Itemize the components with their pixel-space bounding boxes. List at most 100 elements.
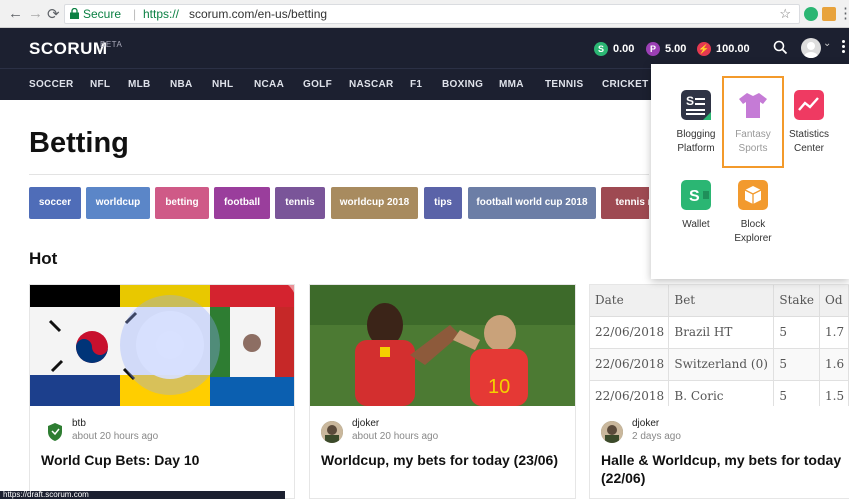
- user-silhouette-icon: [804, 42, 818, 58]
- table-row: 22/06/2018 Switzerland (0) 5 1.6: [590, 348, 849, 381]
- bets-cell: 22/06/2018: [590, 380, 670, 406]
- post-card[interactable]: Date Bet Stake Od 22/06/2018 Brazil HT 5…: [589, 284, 849, 499]
- app-label: Block: [740, 219, 766, 230]
- bookmark-star-icon[interactable]: ☆: [779, 5, 791, 23]
- bets-cell: 1.5: [819, 380, 849, 406]
- energy-icon: ⚡: [697, 42, 711, 56]
- status-bar-url: https://draft.scorum.com: [0, 491, 285, 499]
- title-divider: [29, 174, 649, 175]
- browser-menu-icon[interactable]: ⋮: [838, 4, 849, 22]
- tag-football-world-cup-2018[interactable]: football world cup 2018: [468, 187, 596, 219]
- app-label: Sports: [738, 143, 768, 154]
- page-title: Betting: [29, 127, 129, 159]
- app-label: Statistics: [788, 129, 829, 140]
- author-avatar[interactable]: [44, 421, 66, 443]
- nav-item-boxing[interactable]: BOXING: [442, 79, 499, 90]
- nav-item-nfl[interactable]: NFL: [90, 79, 128, 90]
- avatar-photo-icon: [321, 421, 343, 443]
- scorum-logo[interactable]: SCORUM: [29, 39, 108, 59]
- search-icon[interactable]: [773, 40, 788, 55]
- post-image-bets-table: Date Bet Stake Od 22/06/2018 Brazil HT 5…: [590, 285, 849, 406]
- chevron-down-icon[interactable]: ⌄: [823, 38, 831, 49]
- user-avatar[interactable]: [801, 38, 821, 58]
- app-block-explorer[interactable]: Block Explorer: [722, 180, 784, 246]
- apps-dropdown: S Blogging Platform Fantasy Sports Stati…: [651, 64, 849, 279]
- author-avatar[interactable]: [321, 421, 343, 443]
- statistics-chart-icon: [794, 90, 824, 120]
- post-card[interactable]: btb about 20 hours ago World Cup Bets: D…: [29, 284, 295, 499]
- nav-item-nba[interactable]: NBA: [170, 79, 212, 90]
- bets-header-stake: Stake: [773, 285, 821, 317]
- app-blogging-platform[interactable]: S Blogging Platform: [665, 90, 727, 156]
- lock-icon: [70, 8, 79, 19]
- bets-cell: 1.7: [819, 316, 849, 349]
- nav-item-tennis[interactable]: TENNIS: [545, 79, 602, 90]
- app-label: Wallet: [682, 219, 710, 230]
- tag-worldcup-2018[interactable]: worldcup 2018: [331, 187, 418, 219]
- bets-cell: Switzerland (0): [668, 348, 775, 381]
- blogging-platform-icon: S: [681, 90, 711, 120]
- post-card[interactable]: 10 djoker about 20 hours ago Worldcup, m…: [309, 284, 576, 499]
- nav-item-mlb[interactable]: MLB: [128, 79, 170, 90]
- svg-text:S: S: [689, 188, 700, 205]
- post-author[interactable]: btb: [72, 418, 86, 429]
- app-wallet[interactable]: S Wallet: [665, 180, 727, 232]
- bets-table: Date Bet Stake Od 22/06/2018 Brazil HT 5…: [590, 285, 849, 406]
- url-scheme: https://: [143, 7, 180, 21]
- post-title[interactable]: World Cup Bets: Day 10: [41, 451, 286, 469]
- extension-grammarly-icon[interactable]: [804, 7, 818, 21]
- post-time: about 20 hours ago: [352, 431, 439, 442]
- nav-item-mma[interactable]: MMA: [499, 79, 545, 90]
- browser-toolbar: ← → ⟳ Secure | https:// scorum.com/en-us…: [0, 0, 849, 28]
- bets-header-odds: Od: [819, 285, 849, 317]
- reload-icon[interactable]: ⟳: [47, 5, 60, 23]
- balance-energy-value: 100.00: [716, 43, 750, 55]
- forward-icon[interactable]: →: [28, 5, 43, 22]
- nav-item-golf[interactable]: GOLF: [303, 79, 349, 90]
- nav-item-ncaa[interactable]: NCAA: [254, 79, 303, 90]
- back-icon[interactable]: ←: [8, 5, 23, 22]
- jersey-icon: [738, 90, 768, 120]
- post-author[interactable]: djoker: [352, 418, 379, 429]
- post-title[interactable]: Worldcup, my bets for today (23/06): [321, 451, 571, 469]
- app-fantasy-sports[interactable]: Fantasy Sports: [722, 76, 784, 168]
- tag-tips[interactable]: tips: [424, 187, 462, 219]
- tag-betting[interactable]: betting: [155, 187, 209, 219]
- tag-worldcup[interactable]: worldcup: [86, 187, 150, 219]
- balance-scr[interactable]: S 0.00: [594, 41, 634, 57]
- tag-football[interactable]: football: [214, 187, 270, 219]
- tag-tennis[interactable]: tennis: [275, 187, 325, 219]
- scr-coin-icon: S: [594, 42, 608, 56]
- balance-energy[interactable]: ⚡ 100.00: [697, 41, 750, 57]
- app-label: Center: [793, 143, 824, 154]
- app-label: Explorer: [734, 233, 772, 244]
- bets-cell: 5: [773, 316, 821, 349]
- post-time: about 20 hours ago: [72, 431, 159, 442]
- extension-metamask-icon[interactable]: [822, 7, 836, 21]
- bets-header-date: Date: [590, 285, 670, 317]
- post-image-flags: [30, 285, 294, 406]
- nav-item-nhl[interactable]: NHL: [212, 79, 254, 90]
- tag-soccer[interactable]: soccer: [29, 187, 81, 219]
- svg-text:S: S: [686, 94, 694, 108]
- bets-cell: 22/06/2018: [590, 348, 670, 381]
- tag-list: soccer worldcup betting football tennis …: [29, 187, 649, 220]
- post-title[interactable]: Halle & Worldcup, my bets for today (22/…: [601, 451, 846, 487]
- post-image-players: 10: [310, 285, 575, 406]
- author-avatar[interactable]: [601, 421, 623, 443]
- url-separator: |: [133, 7, 137, 21]
- balance-sp[interactable]: P 5.00: [646, 41, 686, 57]
- address-bar[interactable]: Secure | https:// scorum.com/en-us/betti…: [64, 4, 800, 24]
- nav-item-nascar[interactable]: NASCAR: [349, 79, 410, 90]
- apps-menu-icon[interactable]: [842, 40, 845, 55]
- nav-item-soccer[interactable]: SOCCER: [29, 79, 90, 90]
- table-row: 22/06/2018 Brazil HT 5 1.7: [590, 316, 849, 349]
- bets-header-bet: Bet: [668, 285, 775, 317]
- wallet-icon: S: [681, 180, 711, 210]
- app-statistics-center[interactable]: Statistics Center: [778, 90, 840, 156]
- tag-tennis-m[interactable]: tennis m: [601, 187, 649, 219]
- post-author[interactable]: djoker: [632, 418, 659, 429]
- bets-cell: 5: [773, 348, 821, 381]
- nav-item-f1[interactable]: F1: [410, 79, 442, 90]
- shield-logo-icon: [48, 423, 62, 441]
